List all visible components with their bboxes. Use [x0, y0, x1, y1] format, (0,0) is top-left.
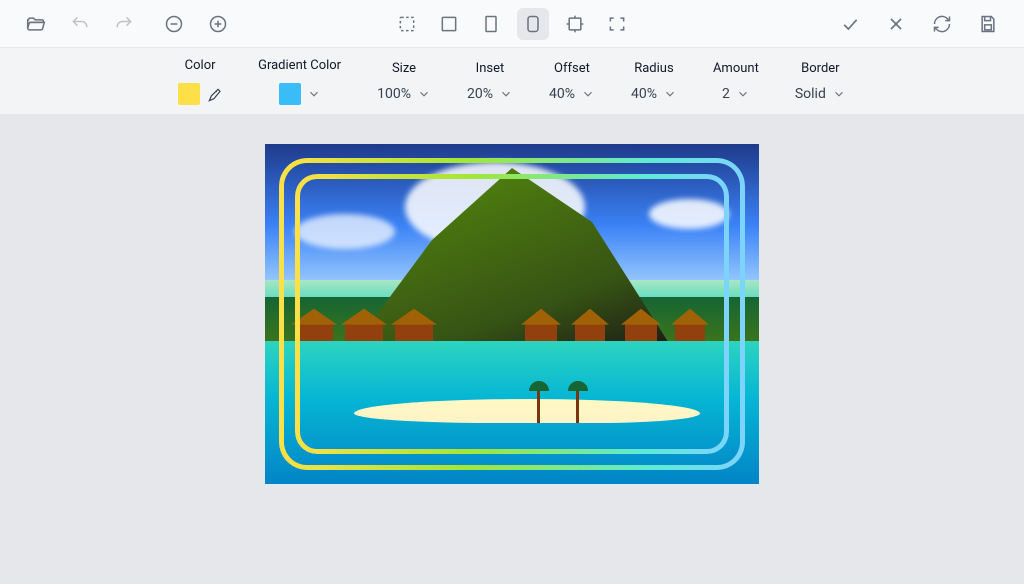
- dashed-rect-icon: [397, 14, 417, 34]
- setting-gradient-color-label: Gradient Color: [258, 58, 341, 73]
- canvas-area: [0, 114, 1024, 584]
- rect-full-icon: [439, 14, 459, 34]
- save-icon: [978, 14, 998, 34]
- settings-bar: Color Gradient Color Size 100% Inset 20%…: [0, 48, 1024, 114]
- toolbar-right: [681, 8, 1004, 40]
- eyedropper-icon[interactable]: [206, 86, 222, 102]
- toolbar-left: [20, 8, 343, 40]
- close-icon: [886, 14, 906, 34]
- fullscreen-icon: [607, 14, 627, 34]
- chevron-down-icon: [581, 87, 595, 101]
- frame-portrait-button[interactable]: [475, 8, 507, 40]
- zoom-in-button[interactable]: [202, 8, 234, 40]
- rect-rounded-icon: [523, 14, 543, 34]
- setting-offset[interactable]: Offset 40%: [531, 48, 613, 114]
- chevron-down-icon[interactable]: [307, 87, 321, 101]
- toolbar-center: [351, 8, 674, 40]
- chevron-down-icon: [832, 87, 846, 101]
- accept-button[interactable]: [834, 8, 866, 40]
- rect-expand-icon: [565, 14, 585, 34]
- redo-icon: [114, 14, 134, 34]
- setting-radius[interactable]: Radius 40%: [613, 48, 695, 114]
- undo-button[interactable]: [64, 8, 96, 40]
- setting-border-label: Border: [801, 61, 839, 76]
- cancel-button[interactable]: [880, 8, 912, 40]
- fullscreen-button[interactable]: [601, 8, 633, 40]
- setting-inset-label: Inset: [476, 61, 505, 76]
- setting-amount[interactable]: Amount 2: [695, 48, 777, 114]
- setting-size[interactable]: Size 100%: [359, 48, 449, 114]
- zoom-out-button[interactable]: [158, 8, 190, 40]
- setting-size-label: Size: [392, 61, 416, 76]
- refresh-icon: [932, 14, 952, 34]
- setting-inset[interactable]: Inset 20%: [449, 48, 531, 114]
- select-area-button[interactable]: [391, 8, 423, 40]
- frame-full-button[interactable]: [433, 8, 465, 40]
- setting-offset-label: Offset: [554, 61, 590, 76]
- setting-color: Color: [160, 48, 240, 114]
- image-preview[interactable]: [265, 144, 759, 484]
- setting-size-value: 100%: [377, 86, 411, 102]
- chevron-down-icon: [499, 87, 513, 101]
- redo-button[interactable]: [108, 8, 140, 40]
- preview-scene: [265, 144, 759, 484]
- setting-inset-value: 20%: [467, 86, 493, 102]
- setting-radius-value: 40%: [631, 86, 657, 102]
- minus-circle-icon: [164, 14, 184, 34]
- check-icon: [840, 14, 860, 34]
- chevron-down-icon: [736, 87, 750, 101]
- plus-circle-icon: [208, 14, 228, 34]
- reset-button[interactable]: [926, 8, 958, 40]
- setting-amount-label: Amount: [713, 61, 759, 76]
- setting-border[interactable]: Border Solid: [777, 48, 864, 114]
- setting-amount-value: 2: [722, 86, 730, 102]
- rect-portrait-icon: [481, 14, 501, 34]
- frame-rounded-button[interactable]: [517, 8, 549, 40]
- setting-radius-label: Radius: [634, 61, 673, 76]
- setting-gradient-color: Gradient Color: [240, 48, 359, 114]
- top-toolbar: [0, 0, 1024, 48]
- frame-expand-button[interactable]: [559, 8, 591, 40]
- gradient-color-swatch[interactable]: [279, 83, 301, 105]
- undo-icon: [70, 14, 90, 34]
- folder-open-icon: [26, 14, 46, 34]
- color-swatch[interactable]: [178, 83, 200, 105]
- setting-offset-value: 40%: [549, 86, 575, 102]
- save-button[interactable]: [972, 8, 1004, 40]
- chevron-down-icon: [417, 87, 431, 101]
- setting-border-value: Solid: [795, 86, 826, 102]
- open-button[interactable]: [20, 8, 52, 40]
- setting-color-label: Color: [185, 58, 216, 73]
- chevron-down-icon: [663, 87, 677, 101]
